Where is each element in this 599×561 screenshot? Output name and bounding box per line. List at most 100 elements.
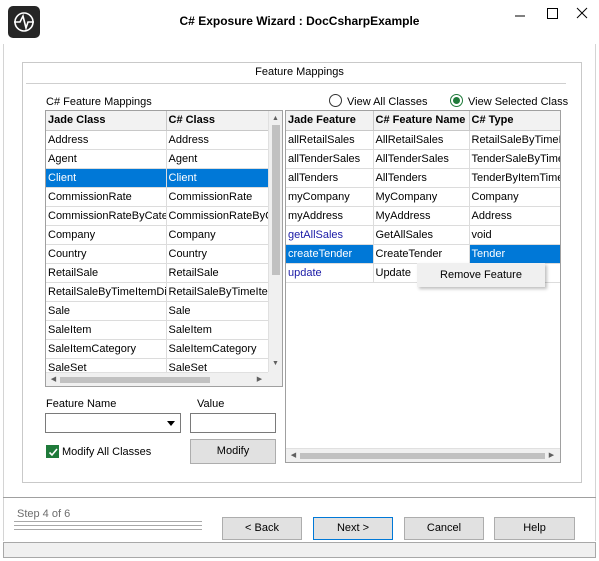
scroll-left-arrow-icon[interactable]: ◀: [48, 374, 59, 385]
class-mapping-table: Jade Class C# Class Address Address Agent…: [46, 111, 269, 378]
column-header-csharp-class[interactable]: C# Class: [166, 111, 269, 131]
csharp-type-cell: Tender: [469, 244, 560, 264]
table-row[interactable]: myAddress MyAddress Address: [286, 206, 560, 226]
close-icon[interactable]: [565, 4, 599, 26]
jade-class-cell: Country: [46, 244, 167, 264]
title-bar: C# Exposure Wizard : DocCsharpExample: [0, 0, 599, 44]
jade-feature-cell: createTender: [286, 244, 374, 264]
csharp-type-cell: Address: [469, 206, 560, 226]
csharp-feature-name-cell: MyCompany: [373, 187, 470, 207]
jade-class-cell: Sale: [46, 301, 167, 321]
footer-separator: [3, 497, 596, 498]
csharp-class-cell: Address: [166, 130, 269, 150]
view-selected-class-label: View Selected Class: [468, 96, 569, 108]
class-grid-horizontal-scrollbar[interactable]: ◀ ▶: [46, 372, 268, 386]
jade-class-cell: CommissionRateByCateg: [46, 206, 167, 226]
modify-all-classes-label: Modify All Classes: [62, 446, 152, 458]
step-line: [14, 525, 202, 526]
csharp-feature-name-cell: AllTenderSales: [373, 149, 470, 169]
column-header-jade-class[interactable]: Jade Class: [46, 111, 167, 131]
step-line: [14, 529, 202, 530]
table-row[interactable]: CommissionRateByCateg CommissionRateByC: [46, 206, 269, 226]
class-mapping-grid[interactable]: Jade Class C# Class Address Address Agent…: [45, 110, 283, 387]
feature-grid-horizontal-scrollbar[interactable]: ◀ ▶: [286, 448, 560, 462]
view-all-classes-radio[interactable]: [329, 94, 342, 107]
jade-class-cell: Agent: [46, 149, 167, 169]
table-row-selected[interactable]: Client Client: [46, 168, 269, 188]
cancel-button[interactable]: Cancel: [404, 517, 484, 540]
csharp-class-cell: Sale: [166, 301, 269, 321]
table-row[interactable]: CommissionRate CommissionRate: [46, 187, 269, 207]
table-row[interactable]: getAllSales GetAllSales void: [286, 225, 560, 245]
value-field[interactable]: [190, 413, 276, 433]
jade-feature-cell: allTenders: [286, 168, 374, 188]
table-row[interactable]: Country Country: [46, 244, 269, 264]
csharp-class-cell: RetailSaleByTimeItem: [166, 282, 269, 302]
table-row[interactable]: RetailSaleByTimeItemDict RetailSaleByTime…: [46, 282, 269, 302]
group-divider: [26, 83, 566, 84]
table-row[interactable]: RetailSale RetailSale: [46, 263, 269, 283]
table-row[interactable]: Company Company: [46, 225, 269, 245]
column-header-csharp-type[interactable]: C# Type: [469, 111, 560, 131]
column-header-csharp-feature-name[interactable]: C# Feature Name: [373, 111, 470, 131]
csharp-feature-name-cell: CreateTender: [373, 244, 470, 264]
scroll-left-arrow-icon[interactable]: ◀: [288, 450, 299, 461]
scroll-down-arrow-icon[interactable]: ▼: [270, 358, 281, 369]
column-header-jade-feature[interactable]: Jade Feature: [286, 111, 374, 131]
jade-class-cell: Address: [46, 130, 167, 150]
jade-class-cell: RetailSaleByTimeItemDict: [46, 282, 167, 302]
jade-class-cell: SaleItemCategory: [46, 339, 167, 359]
status-bar: [3, 542, 596, 558]
scrollbar-corner: [268, 372, 282, 386]
scroll-right-arrow-icon[interactable]: ▶: [254, 374, 265, 385]
maximize-icon[interactable]: [535, 4, 569, 26]
jade-feature-cell: myCompany: [286, 187, 374, 207]
scroll-up-arrow-icon[interactable]: ▲: [270, 113, 281, 124]
chevron-down-icon[interactable]: [162, 414, 180, 432]
table-row[interactable]: allRetailSales AllRetailSales RetailSaleBy…: [286, 130, 560, 150]
jade-class-cell: Client: [46, 168, 167, 188]
csharp-class-cell: SaleItemCategory: [166, 339, 269, 359]
csharp-class-cell: CommissionRateByC: [166, 206, 269, 226]
table-row[interactable]: Sale Sale: [46, 301, 269, 321]
view-all-classes-label: View All Classes: [347, 96, 428, 108]
csharp-type-cell: Company: [469, 187, 560, 207]
scroll-thumb[interactable]: [60, 377, 210, 383]
csharp-class-cell: RetailSale: [166, 263, 269, 283]
modify-all-classes-checkbox[interactable]: [46, 445, 59, 458]
table-row[interactable]: Agent Agent: [46, 149, 269, 169]
value-label: Value: [197, 398, 225, 410]
table-row[interactable]: allTenderSales AllTenderSales TenderSaleBy…: [286, 149, 560, 169]
csharp-type-cell: TenderSaleByTime: [469, 149, 560, 169]
table-row[interactable]: myCompany MyCompany Company: [286, 187, 560, 207]
table-row[interactable]: Address Address: [46, 130, 269, 150]
remove-feature-menu-item[interactable]: Remove Feature: [417, 263, 545, 287]
view-selected-class-radio[interactable]: [450, 94, 463, 107]
csharp-class-cell: Company: [166, 225, 269, 245]
scroll-thumb[interactable]: [300, 453, 545, 459]
scroll-thumb[interactable]: [272, 125, 280, 275]
csharp-feature-mappings-label: C# Feature Mappings: [46, 96, 152, 108]
csharp-class-cell: SaleItem: [166, 320, 269, 340]
help-button[interactable]: Help: [494, 517, 575, 540]
step-indicator: Step 4 of 6: [17, 508, 71, 520]
table-row[interactable]: SaleItem SaleItem: [46, 320, 269, 340]
feature-name-combo[interactable]: [45, 413, 181, 433]
feature-name-label: Feature Name: [46, 398, 117, 410]
modify-button[interactable]: Modify: [190, 439, 276, 464]
class-grid-vertical-scrollbar[interactable]: ▲ ▼: [268, 111, 282, 372]
csharp-feature-name-cell: AllRetailSales: [373, 130, 470, 150]
csharp-class-cell: Country: [166, 244, 269, 264]
scroll-right-arrow-icon[interactable]: ▶: [546, 450, 557, 461]
step-line: [14, 521, 202, 522]
table-row[interactable]: SaleItemCategory SaleItemCategory: [46, 339, 269, 359]
table-row[interactable]: allTendersAllTendersTenderByItemTimeC: [286, 168, 560, 188]
csharp-type-cell: void: [469, 225, 560, 245]
jade-class-cell: RetailSale: [46, 263, 167, 283]
table-row-selected[interactable]: createTender CreateTender Tender: [286, 244, 560, 264]
jade-class-cell: Company: [46, 225, 167, 245]
minimize-icon[interactable]: [503, 4, 537, 26]
csharp-feature-name-cell: AllTenders: [373, 168, 470, 188]
back-button[interactable]: < Back: [222, 517, 302, 540]
next-button[interactable]: Next >: [313, 517, 393, 540]
